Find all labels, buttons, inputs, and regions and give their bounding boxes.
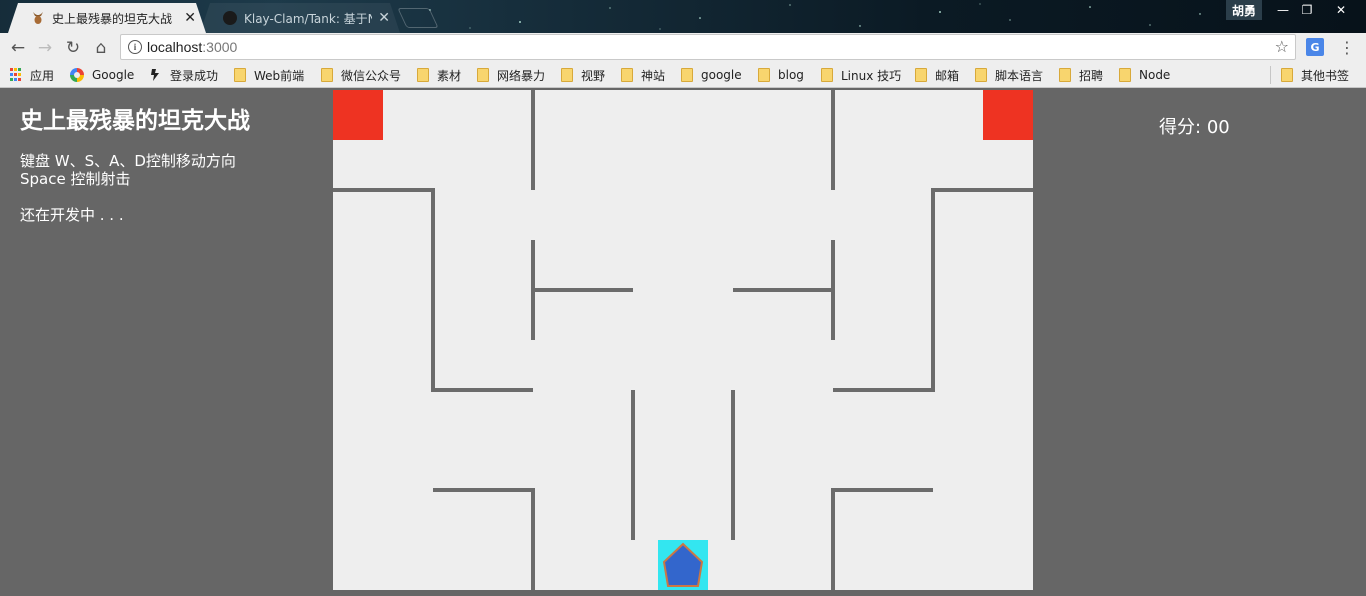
folder-icon [621,68,633,82]
address-bar[interactable]: i localhost:3000 ☆ [120,34,1296,60]
github-favicon-icon [222,10,238,26]
maze-wall [831,488,933,590]
maze-walls [333,90,1033,590]
bookmark-folder-mail[interactable]: 邮箱 [915,67,959,83]
bookmark-folder-vision[interactable]: 视野 [561,67,605,83]
folder-icon [234,68,246,82]
bookmark-folder-assets[interactable]: 素材 [417,67,461,83]
close-window-icon[interactable]: ✕ [1326,0,1356,20]
folder-icon [561,68,573,82]
back-arrow-icon[interactable]: ← [7,37,29,59]
tab-close-icon[interactable]: ✕ [378,10,390,26]
enemy-tank [333,90,383,140]
folder-icon [321,68,333,82]
folder-icon [1059,68,1071,82]
info-sidebar: 史上最残暴的坦克大战 键盘 W、S、A、D控制移动方向 Space 控制射击 还… [20,106,250,225]
home-icon[interactable]: ⌂ [90,37,112,59]
deer-favicon-icon [30,10,46,26]
enemy-tank [983,90,1033,140]
tab-close-icon[interactable]: ✕ [184,10,196,26]
bookmark-apps[interactable]: 应用 [10,67,54,83]
score-label: 得分: [1159,117,1202,138]
controls-help: 键盘 W、S、A、D控制移动方向 Space 控制射击 [20,152,250,188]
player-tank [658,540,708,590]
score-display: 得分: 00 [1159,113,1230,139]
folder-icon [975,68,987,82]
dev-status-text: 还在开发中 . . . [20,206,124,224]
tab-title: 史上最残暴的坦克大战 [52,11,173,26]
apps-icon [10,68,22,82]
bookmark-folder-node[interactable]: Node [1119,67,1170,83]
folder-icon [1281,68,1293,82]
page-title: 史上最残暴的坦克大战 [20,108,250,134]
tab-title: Klay-Clam/Tank: 基于N [244,11,373,26]
maze-wall [333,188,533,392]
restore-icon[interactable]: ❐ [1292,0,1322,20]
bookmark-star-icon[interactable]: ☆ [1275,37,1289,56]
google-icon [70,68,84,82]
bookmark-folder-google[interactable]: google [681,67,742,83]
reload-icon[interactable]: ↻ [62,37,84,59]
maze-wall [833,188,1033,392]
game-arena[interactable] [333,90,1033,590]
bookmark-folder-scripting[interactable]: 脚本语言 [975,67,1043,83]
bookmark-folder-blog[interactable]: blog [758,67,804,83]
profile-name-button[interactable]: 胡勇 [1226,0,1262,20]
bookmark-other[interactable]: 其他书签 [1281,67,1349,83]
score-value: 00 [1206,117,1230,138]
controls-move-text: 键盘 W、S、A、D控制移动方向 [20,152,236,170]
bookmarks-divider [1270,66,1271,84]
translate-extension-icon[interactable]: G [1306,38,1324,56]
folder-icon [417,68,429,82]
folder-icon [681,68,693,82]
folder-icon [821,68,833,82]
bookmarks-bar: 应用 Google 登录成功 Web前端 微信公众号 素材 网络暴力 视野 神站… [0,62,1366,88]
browser-tab-strip: 史上最残暴的坦克大战 ✕ Klay-Clam/Tank: 基于N ✕ 胡勇 — … [0,0,1366,33]
bookmark-folder-sites[interactable]: 神站 [621,67,665,83]
bookmark-folder-linux[interactable]: Linux 技巧 [821,67,901,83]
bookmark-login[interactable]: 登录成功 [150,67,218,83]
tab-tank-game[interactable]: 史上最残暴的坦克大战 ✕ [8,3,206,33]
folder-icon [477,68,489,82]
bookmark-folder-violence[interactable]: 网络暴力 [477,67,545,83]
maze-wall [433,488,535,590]
menu-kebab-icon[interactable]: ⋮ [1338,38,1356,57]
game-canvas[interactable] [333,90,1033,590]
page-icon [151,69,159,81]
bookmark-google[interactable]: Google [70,67,134,83]
folder-icon [915,68,927,82]
bookmark-folder-jobs[interactable]: 招聘 [1059,67,1103,83]
folder-icon [758,68,770,82]
folder-icon [1119,68,1131,82]
bookmark-folder-web[interactable]: Web前端 [234,67,304,83]
url-text: localhost:3000 [147,39,238,55]
bookmark-folder-wechat[interactable]: 微信公众号 [321,67,401,83]
tab-github-repo[interactable]: Klay-Clam/Tank: 基于N ✕ [200,3,400,33]
controls-shoot-text: Space 控制射击 [20,170,131,188]
info-icon[interactable]: i [128,40,142,54]
forward-arrow-icon[interactable]: → [34,37,56,59]
browser-toolbar: ← → ↻ ⌂ i localhost:3000 ☆ G ⋮ [0,33,1366,62]
